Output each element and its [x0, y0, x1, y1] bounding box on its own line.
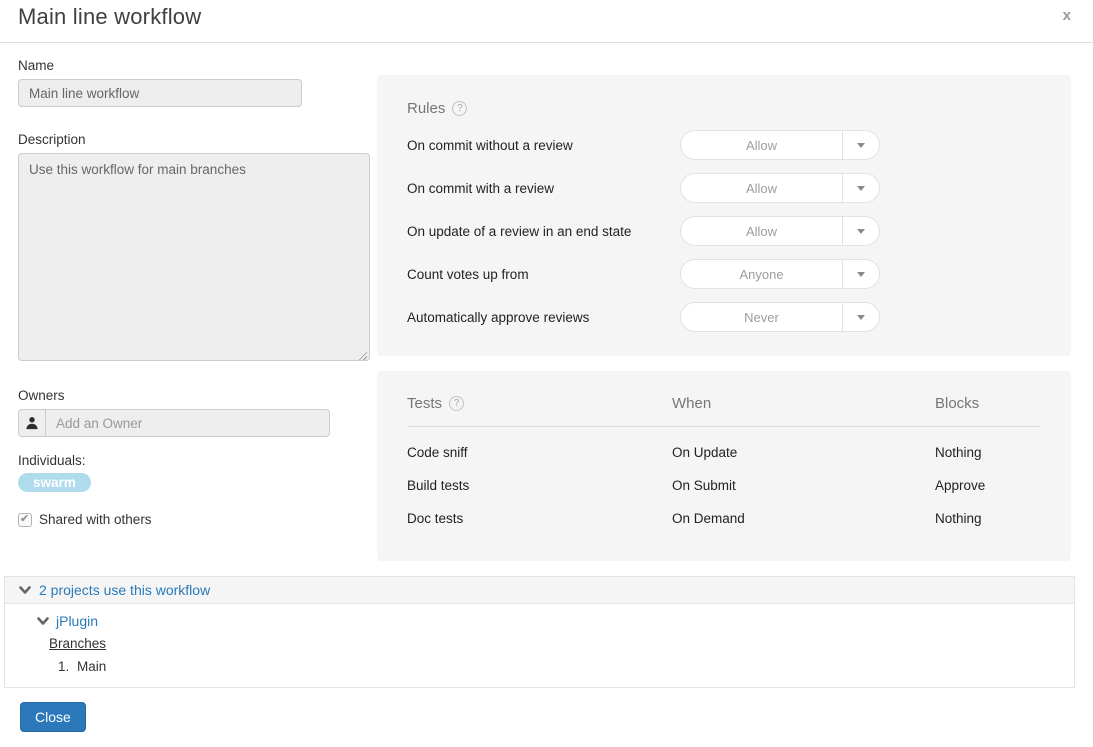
description-label: Description — [18, 132, 370, 147]
page-title: Main line workflow — [18, 4, 201, 30]
branch-item: Main — [73, 658, 1074, 675]
rule-dropdown-value[interactable]: Anyone — [681, 260, 842, 288]
close-button[interactable]: Close — [20, 702, 86, 732]
dropdown-caret[interactable] — [842, 174, 879, 202]
projects-body: jPlugin Branches Main — [5, 604, 1074, 687]
shared-with-others-row: Shared with others — [18, 512, 370, 527]
rule-row: On update of a review in an end state Al… — [407, 216, 1041, 246]
chevron-down-icon — [857, 143, 865, 148]
rule-dropdown-value[interactable]: Allow — [681, 174, 842, 202]
owner-badge[interactable]: swarm — [18, 473, 91, 492]
chevron-down-icon — [857, 315, 865, 320]
rule-dropdown-value[interactable]: Never — [681, 303, 842, 331]
dropdown-caret[interactable] — [842, 303, 879, 331]
shared-checkbox-label: Shared with others — [39, 512, 152, 527]
header-divider — [0, 42, 1093, 43]
branch-list: Main — [5, 658, 1074, 675]
individuals-label: Individuals: — [18, 453, 370, 468]
rule-dropdown[interactable]: Anyone — [680, 259, 880, 289]
test-blocks: Nothing — [935, 436, 1041, 469]
test-name: Build tests — [407, 469, 672, 502]
test-row: Doc tests On Demand Nothing — [407, 502, 1041, 535]
rule-label: On commit with a review — [407, 181, 680, 196]
project-link[interactable]: jPlugin — [56, 613, 98, 629]
when-column-header: When — [672, 395, 935, 412]
project-toggle[interactable]: jPlugin — [5, 613, 1074, 629]
owners-input-group — [18, 409, 330, 437]
rule-row: Count votes up from Anyone — [407, 259, 1041, 289]
test-row: Build tests On Submit Approve — [407, 469, 1041, 502]
shared-checkbox[interactable] — [18, 513, 32, 527]
rule-dropdown[interactable]: Allow — [680, 173, 880, 203]
person-icon — [19, 410, 46, 436]
add-owner-input[interactable] — [46, 410, 329, 436]
chevron-down-icon — [857, 229, 865, 234]
rule-dropdown[interactable]: Allow — [680, 130, 880, 160]
rule-row: On commit without a review Allow — [407, 130, 1041, 160]
test-when: On Submit — [672, 469, 935, 502]
dropdown-caret[interactable] — [842, 217, 879, 245]
blocks-column-header: Blocks — [935, 395, 1041, 412]
test-name: Code sniff — [407, 436, 672, 469]
owners-label: Owners — [18, 388, 370, 403]
test-blocks: Approve — [935, 469, 1041, 502]
name-input[interactable] — [18, 79, 302, 107]
help-icon[interactable]: ? — [452, 101, 467, 116]
description-textarea[interactable]: Use this workflow for main branches — [18, 153, 370, 361]
chevron-down-icon — [19, 586, 31, 595]
tests-column-header: Tests — [407, 395, 442, 412]
rule-dropdown[interactable]: Allow — [680, 216, 880, 246]
chevron-down-icon — [857, 186, 865, 191]
branches-label[interactable]: Branches — [49, 636, 106, 651]
rules-panel: Rules ? On commit without a review Allow… — [377, 75, 1071, 356]
rule-dropdown[interactable]: Never — [680, 302, 880, 332]
test-row: Code sniff On Update Nothing — [407, 436, 1041, 469]
projects-summary-label[interactable]: 2 projects use this workflow — [39, 582, 210, 598]
workflow-dialog: Main line workflow x Name Description Us… — [0, 0, 1093, 747]
rule-label: Automatically approve reviews — [407, 310, 680, 325]
close-icon[interactable]: x — [1063, 8, 1071, 23]
rule-row: On commit with a review Allow — [407, 173, 1041, 203]
rule-dropdown-value[interactable]: Allow — [681, 131, 842, 159]
rules-heading: Rules — [407, 100, 445, 117]
test-blocks: Nothing — [935, 502, 1041, 535]
rule-dropdown-value[interactable]: Allow — [681, 217, 842, 245]
workflow-form: Name Description Use this workflow for m… — [18, 58, 370, 527]
test-when: On Demand — [672, 502, 935, 535]
test-name: Doc tests — [407, 502, 672, 535]
test-when: On Update — [672, 436, 935, 469]
dropdown-caret[interactable] — [842, 131, 879, 159]
rule-label: On commit without a review — [407, 138, 680, 153]
help-icon[interactable]: ? — [449, 396, 464, 411]
projects-summary-toggle[interactable]: 2 projects use this workflow — [5, 577, 1074, 604]
tests-header-divider — [407, 426, 1041, 427]
name-label: Name — [18, 58, 370, 73]
tests-panel: Tests ? When Blocks Code sniff On Update… — [377, 371, 1071, 561]
chevron-down-icon — [857, 272, 865, 277]
rule-label: On update of a review in an end state — [407, 224, 680, 239]
chevron-down-icon — [37, 617, 49, 626]
rule-label: Count votes up from — [407, 267, 680, 282]
projects-section: 2 projects use this workflow jPlugin Bra… — [4, 576, 1075, 688]
rule-row: Automatically approve reviews Never — [407, 302, 1041, 332]
dropdown-caret[interactable] — [842, 260, 879, 288]
